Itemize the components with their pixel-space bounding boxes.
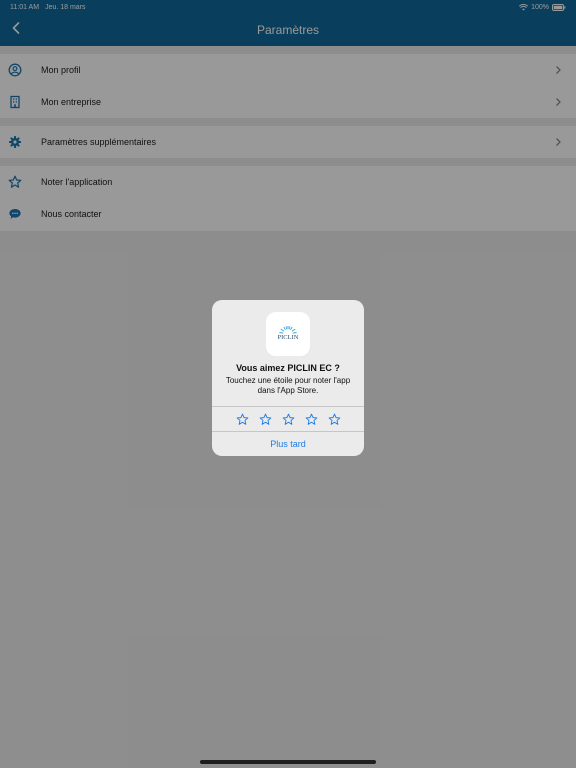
rating-star-5[interactable] (328, 413, 341, 426)
home-indicator (200, 760, 376, 764)
rating-star-2[interactable] (259, 413, 272, 426)
star-rating (212, 410, 364, 430)
rating-star-4[interactable] (305, 413, 318, 426)
rating-star-3[interactable] (282, 413, 295, 426)
app-logo-text: PICLIN (278, 334, 299, 341)
alert-message: Touchez une étoile pour noter l'app dans… (225, 376, 351, 395)
rating-star-1[interactable] (236, 413, 249, 426)
app-logo: PICLIN (266, 312, 310, 356)
alert-title: Vous aimez PICLIN EC ? (236, 363, 340, 373)
rating-alert: PICLIN Vous aimez PICLIN EC ? Touchez un… (212, 300, 364, 456)
later-button[interactable]: Plus tard (212, 432, 364, 456)
alert-divider (212, 406, 364, 407)
